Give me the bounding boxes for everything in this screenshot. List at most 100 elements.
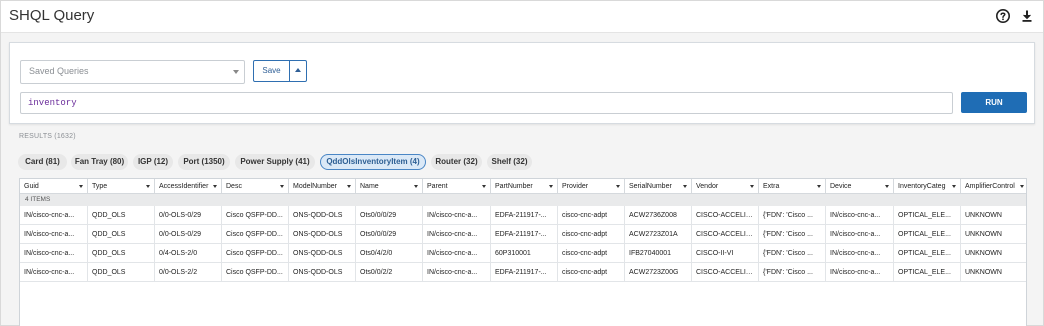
table-cell: IN/cisco-cnc-a...: [826, 244, 894, 263]
group-row: 4 ITEMS: [20, 194, 1026, 206]
column-header-desc[interactable]: Desc: [222, 179, 289, 194]
table-cell: OPTICAL_ELE...: [894, 263, 961, 282]
sort-caret-icon: [414, 185, 418, 188]
table-cell: {'FDN': 'Cisco ...: [759, 263, 826, 282]
table-cell: IN/cisco-cnc-a...: [20, 244, 88, 263]
column-header-serialnumber[interactable]: SerialNumber: [625, 179, 692, 194]
caret-up-icon: [295, 68, 301, 72]
table-cell: Ots0/4/2/0: [356, 244, 423, 263]
column-header-provider[interactable]: Provider: [558, 179, 625, 194]
table-cell: ACW2736Z008: [625, 206, 692, 225]
table-cell: UNKNOWN: [965, 250, 1002, 257]
results-count: RESULTS (1632): [19, 133, 76, 140]
table-cell: ONS-QDD-OLS: [289, 225, 356, 244]
chip-fan-tray[interactable]: Fan Tray (80): [71, 154, 128, 170]
chip-shelf[interactable]: Shelf (32): [487, 154, 532, 170]
save-button-group: Save: [253, 60, 307, 82]
table-cell: Cisco QSFP-DD...: [222, 206, 289, 225]
table-cell: UNKNOWN: [965, 269, 1002, 276]
table-cell: ONS-QDD-OLS: [289, 244, 356, 263]
column-header-amplifiercontrol[interactable]: AmplifierControl: [961, 179, 1026, 194]
table-cell: IN/cisco-cnc-a...: [423, 206, 491, 225]
table-header: Guid Type AccessIdentifier Desc ModelNum…: [20, 179, 1026, 194]
table-cell: Ots0/0/0/29: [356, 206, 423, 225]
column-header-parent[interactable]: Parent: [423, 179, 491, 194]
download-icon[interactable]: [1019, 8, 1035, 24]
table-cell: OPTICAL_ELE...: [894, 244, 961, 263]
column-header-extra[interactable]: Extra: [759, 179, 826, 194]
query-input[interactable]: inventory: [20, 92, 953, 114]
help-icon[interactable]: [995, 8, 1011, 24]
table-row[interactable]: IN/cisco-cnc-a... QDD_OLS 0/4-OLS-2/0 Ci…: [20, 244, 1026, 263]
chip-power-supply[interactable]: Power Supply (41): [235, 154, 315, 170]
table-cell: QDD_OLS: [88, 244, 155, 263]
column-header-device[interactable]: Device: [826, 179, 894, 194]
chevron-down-icon: [233, 70, 239, 74]
chip-router[interactable]: Router (32): [431, 154, 482, 170]
column-header-accessidentifier[interactable]: AccessIdentifier: [155, 179, 222, 194]
sort-caret-icon: [817, 185, 821, 188]
chip-port[interactable]: Port (1350): [178, 154, 230, 170]
table-cell: IN/cisco-cnc-a...: [20, 206, 88, 225]
chip-igp[interactable]: IGP (12): [133, 154, 173, 170]
column-header-guid[interactable]: Guid: [20, 179, 88, 194]
table-cell: ACW2723Z01A: [625, 225, 692, 244]
table-cell: EDFA-211917-...: [491, 263, 558, 282]
table-cell: IN/cisco-cnc-a...: [423, 263, 491, 282]
run-button[interactable]: RUN: [961, 92, 1027, 113]
table-cell: UNKNOWN: [965, 212, 1002, 219]
save-options-button[interactable]: [290, 61, 306, 81]
sort-caret-icon: [347, 185, 351, 188]
sort-caret-icon: [750, 185, 754, 188]
table-cell: OPTICAL_ELE...: [894, 225, 961, 244]
table-row[interactable]: IN/cisco-cnc-a... QDD_OLS 0/0-OLS-0/29 C…: [20, 225, 1026, 244]
table-cell: cisco-cnc-adpt: [558, 225, 625, 244]
sort-caret-icon: [146, 185, 150, 188]
sort-caret-icon: [885, 185, 889, 188]
table-cell: 60P310001: [491, 244, 558, 263]
column-header-inventorycateg[interactable]: InventoryCateg: [894, 179, 961, 194]
sort-caret-icon: [616, 185, 620, 188]
table-cell: Cisco QSFP-DD...: [222, 263, 289, 282]
table-row[interactable]: IN/cisco-cnc-a... QDD_OLS 0/0-OLS-2/2 Ci…: [20, 263, 1026, 282]
table-cell: IN/cisco-cnc-a...: [20, 225, 88, 244]
table-cell: EDFA-211917-...: [491, 206, 558, 225]
table-cell: 0/0-OLS-0/29: [155, 225, 222, 244]
sort-caret-icon: [683, 185, 687, 188]
table-cell: QDD_OLS: [88, 206, 155, 225]
sort-caret-icon: [1020, 185, 1024, 188]
table-cell: IN/cisco-cnc-a...: [423, 225, 491, 244]
chip-qddolsinventoryitem[interactable]: QddOlsInventoryItem (4): [320, 154, 426, 170]
table-cell: ONS-QDD-OLS: [289, 206, 356, 225]
query-input-value: inventory: [28, 98, 77, 108]
table-cell: ONS-QDD-OLS: [289, 263, 356, 282]
column-header-vendor[interactable]: Vendor: [692, 179, 759, 194]
table-row[interactable]: IN/cisco-cnc-a... QDD_OLS 0/0-OLS-0/29 C…: [20, 206, 1026, 225]
table-cell: IN/cisco-cnc-a...: [826, 225, 894, 244]
table-cell: IN/cisco-cnc-a...: [20, 263, 88, 282]
column-header-name[interactable]: Name: [356, 179, 423, 194]
save-button[interactable]: Save: [254, 61, 290, 81]
table-cell: IN/cisco-cnc-a...: [826, 263, 894, 282]
sort-caret-icon: [280, 185, 284, 188]
sort-caret-icon: [79, 185, 83, 188]
table-cell: QDD_OLS: [88, 225, 155, 244]
chip-card[interactable]: Card (81): [18, 154, 67, 170]
table-cell: {'FDN': 'Cisco ...: [759, 244, 826, 263]
table-cell: Ots0/0/0/29: [356, 225, 423, 244]
table-cell: CISCO-ACCELINK: [692, 206, 759, 225]
table-cell: Cisco QSFP-DD...: [222, 225, 289, 244]
column-header-type[interactable]: Type: [88, 179, 155, 194]
saved-queries-select[interactable]: Saved Queries: [20, 60, 245, 84]
table-cell: Cisco QSFP-DD...: [222, 244, 289, 263]
table-cell: 0/4-OLS-2/0: [155, 244, 222, 263]
table-cell: {'FDN': 'Cisco ...: [759, 225, 826, 244]
table-cell: IN/cisco-cnc-a...: [423, 244, 491, 263]
sort-caret-icon: [213, 185, 217, 188]
column-header-partnumber[interactable]: PartNumber: [491, 179, 558, 194]
table-cell: CISCO-II-VI: [692, 244, 759, 263]
table-cell: OPTICAL_ELE...: [894, 206, 961, 225]
table-cell: QDD_OLS: [88, 263, 155, 282]
table-cell: {'FDN': 'Cisco ...: [759, 206, 826, 225]
column-header-modelnumber[interactable]: ModelNumber: [289, 179, 356, 194]
